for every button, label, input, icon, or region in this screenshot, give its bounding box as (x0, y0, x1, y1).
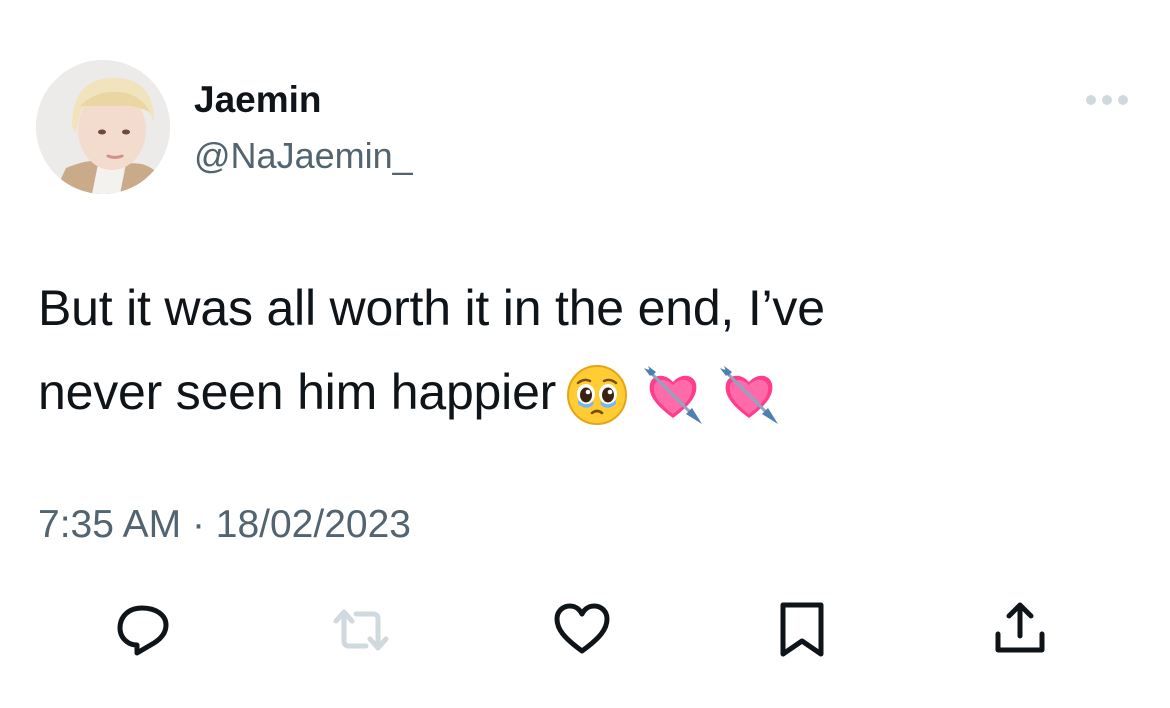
avatar[interactable] (36, 60, 170, 194)
reply-bubble-icon (117, 605, 169, 656)
retweet-icon (333, 609, 389, 651)
share-icon (995, 602, 1045, 653)
tweet-text-line-2: never seen him happier (38, 364, 557, 420)
author-display-name[interactable]: Jaemin (194, 78, 322, 122)
heart-with-arrow-emoji (642, 364, 704, 451)
tweet-text: But it was all worth it in the end, I’ve… (38, 266, 1098, 451)
bookmark-icon (780, 602, 824, 657)
bookmark-button[interactable] (770, 598, 834, 662)
tweet-date: 18/02/2023 (215, 503, 411, 546)
more-horizontal-icon[interactable] (1083, 90, 1131, 110)
tweet-text-line-1: But it was all worth it in the end, I’ve (38, 280, 825, 336)
tweet-timestamp[interactable]: 7:35 AM · 18/02/2023 (38, 500, 411, 550)
like-button[interactable] (550, 598, 614, 662)
tweet-time: 7:35 AM (38, 503, 182, 546)
share-button[interactable] (988, 598, 1052, 662)
pleading-face-emoji (566, 364, 628, 451)
retweet-button[interactable] (330, 598, 394, 662)
author-handle[interactable]: @NaJaemin_ (194, 134, 413, 178)
meta-separator: · (191, 503, 205, 546)
reply-button[interactable] (112, 598, 176, 662)
heart-with-arrow-emoji (718, 364, 780, 451)
heart-outline-icon (554, 603, 610, 654)
emoji-group (566, 362, 794, 451)
